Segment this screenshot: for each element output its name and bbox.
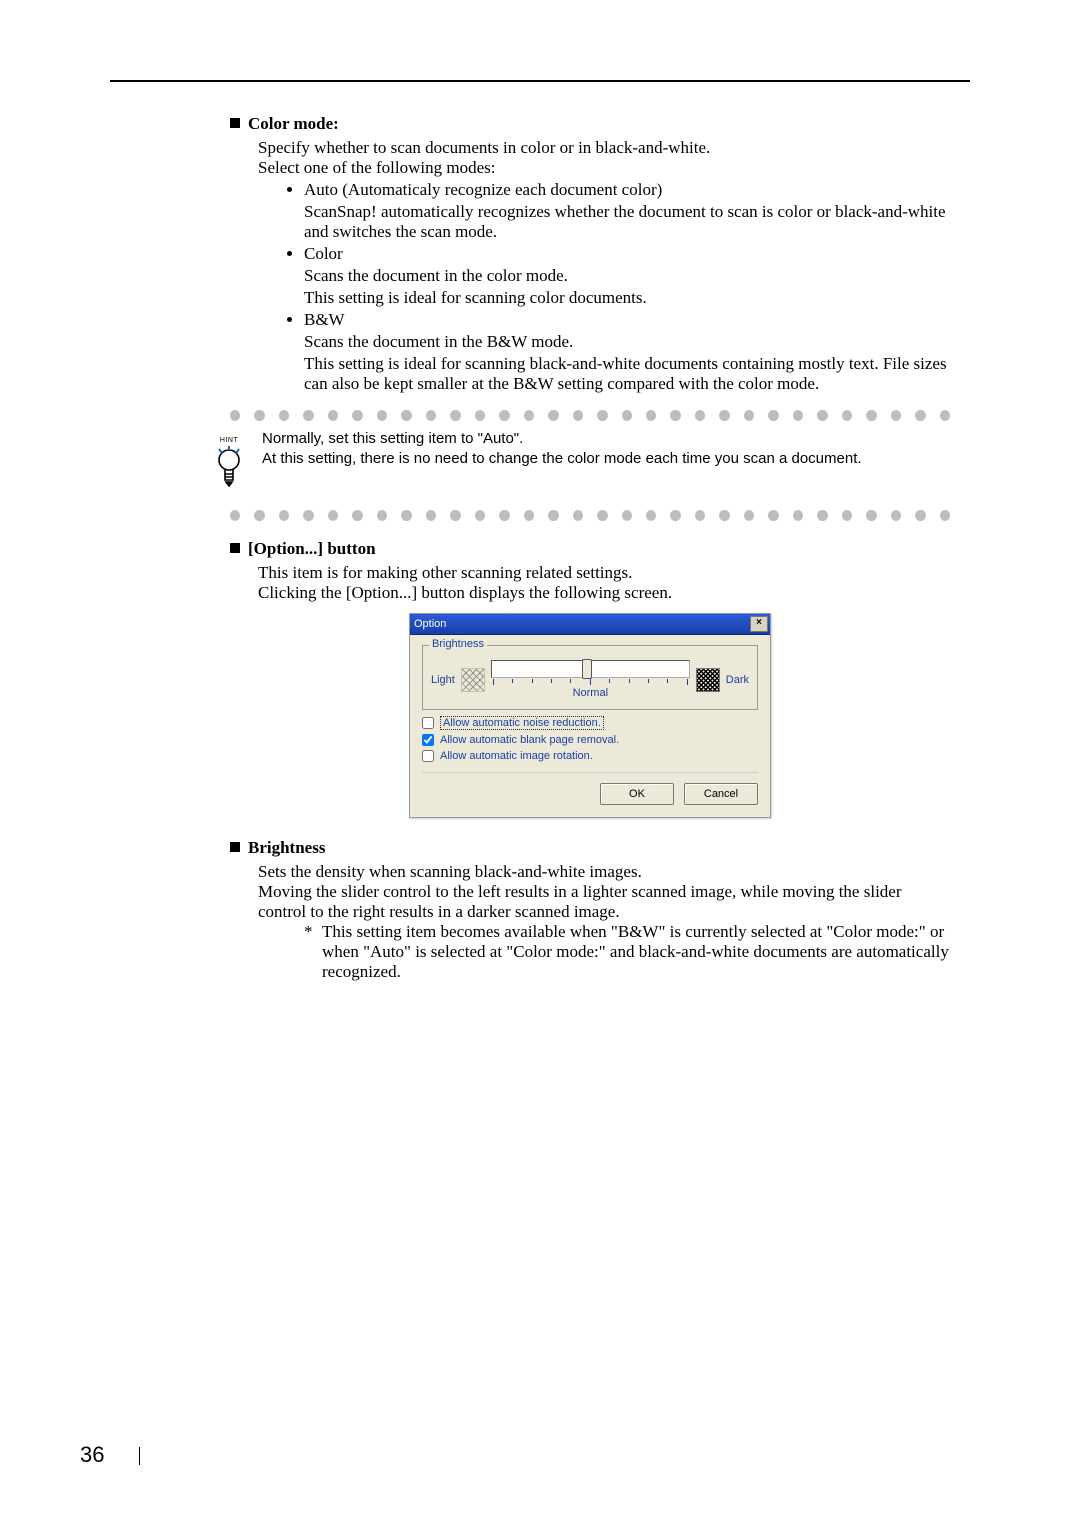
brightness-ticks bbox=[491, 679, 690, 685]
brightness-group-label: Brightness bbox=[429, 638, 487, 650]
hint-line-2: At this setting, there is no need to cha… bbox=[262, 449, 950, 469]
opt-color-desc1: Scans the document in the color mode. bbox=[304, 266, 950, 286]
option-desc-1: This item is for making other scanning r… bbox=[258, 563, 950, 583]
page-number: 36 bbox=[80, 1442, 140, 1468]
brightness-desc-1: Sets the density when scanning black-and… bbox=[258, 862, 950, 882]
dark-pattern-icon bbox=[696, 668, 720, 692]
heading-option-button: [Option...] button bbox=[230, 539, 950, 559]
hint-icon: HINT bbox=[210, 429, 248, 494]
dialog-close-button[interactable]: × bbox=[750, 616, 768, 632]
option-desc-2: Clicking the [Option...] button displays… bbox=[258, 583, 950, 603]
chk-blank-page-removal[interactable] bbox=[422, 734, 434, 746]
chk-noise-reduction-label: Allow automatic noise reduction. bbox=[440, 716, 604, 730]
heading-color-mode-text: Color mode: bbox=[248, 114, 339, 133]
cancel-button[interactable]: Cancel bbox=[684, 783, 758, 805]
ok-button[interactable]: OK bbox=[600, 783, 674, 805]
opt-auto-desc: ScanSnap! automatically recognizes wheth… bbox=[304, 202, 950, 242]
brightness-slider[interactable] bbox=[491, 660, 690, 678]
brightness-note-mark: * bbox=[304, 922, 322, 982]
dialog-titlebar: Option × bbox=[410, 614, 770, 635]
option-dialog: Option × Brightness Light bbox=[409, 613, 771, 818]
color-mode-intro-2: Select one of the following modes: bbox=[258, 158, 950, 178]
brightness-desc-2: Moving the slider control to the left re… bbox=[258, 882, 950, 922]
brightness-groupbox: Brightness Light Normal bbox=[422, 645, 758, 710]
opt-bw-desc1: Scans the document in the B&W mode. bbox=[304, 332, 950, 352]
heading-brightness-text: Brightness bbox=[248, 838, 325, 857]
opt-auto-title: Auto (Automaticaly recognize each docume… bbox=[304, 180, 950, 200]
chk-image-rotation-label: Allow automatic image rotation. bbox=[440, 750, 593, 762]
dialog-title: Option bbox=[414, 618, 446, 630]
heading-option-button-text: [Option...] button bbox=[248, 539, 376, 558]
brightness-normal-label: Normal bbox=[491, 687, 690, 699]
chk-blank-page-removal-label: Allow automatic blank page removal. bbox=[440, 734, 619, 746]
hint-text: Normally, set this setting item to "Auto… bbox=[262, 429, 950, 494]
color-mode-body: Specify whether to scan documents in col… bbox=[258, 138, 950, 394]
brightness-light-label: Light bbox=[431, 674, 455, 686]
heading-brightness: Brightness bbox=[230, 838, 950, 858]
opt-bw-title: B&W bbox=[304, 310, 950, 330]
light-pattern-icon bbox=[461, 668, 485, 692]
color-mode-intro-1: Specify whether to scan documents in col… bbox=[258, 138, 950, 158]
brightness-slider-thumb[interactable] bbox=[582, 659, 592, 679]
page-number-value: 36 bbox=[80, 1442, 104, 1467]
hint-label: HINT bbox=[220, 437, 238, 444]
opt-bw-desc2: This setting is ideal for scanning black… bbox=[304, 354, 950, 394]
opt-color-title: Color bbox=[304, 244, 950, 264]
chk-noise-reduction[interactable] bbox=[422, 717, 434, 729]
brightness-dark-label: Dark bbox=[726, 674, 749, 686]
heading-color-mode: Color mode: bbox=[230, 114, 950, 134]
separator-dots-bottom bbox=[230, 510, 950, 521]
hint-line-1: Normally, set this setting item to "Auto… bbox=[262, 429, 950, 449]
brightness-note: This setting item becomes available when… bbox=[322, 922, 950, 982]
opt-color-desc2: This setting is ideal for scanning color… bbox=[304, 288, 950, 308]
chk-image-rotation[interactable] bbox=[422, 750, 434, 762]
separator-dots-top bbox=[230, 410, 950, 421]
